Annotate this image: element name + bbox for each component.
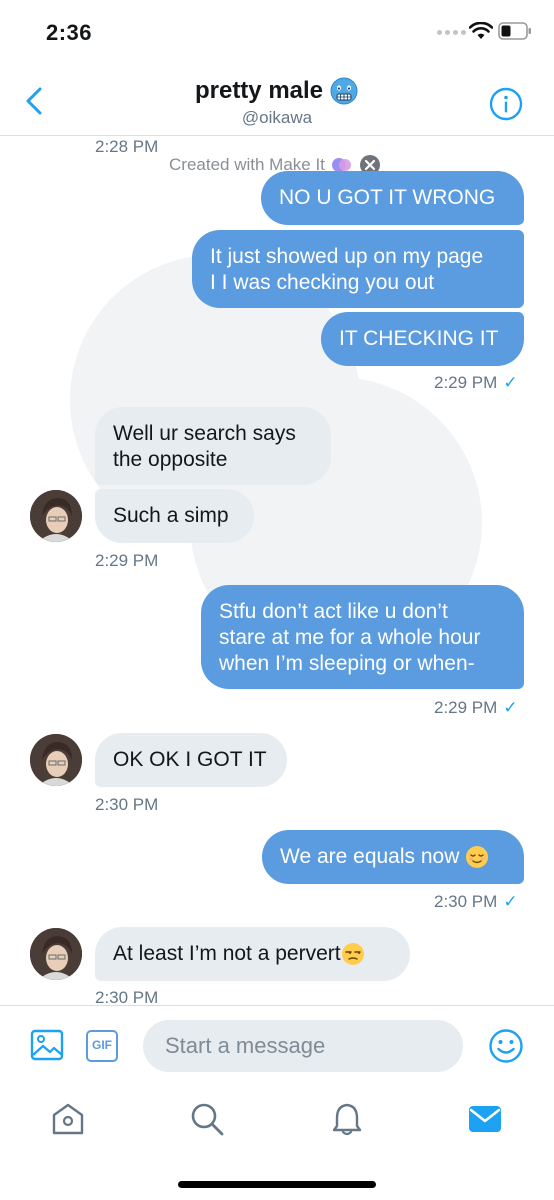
sent-check-icon: ✓: [503, 698, 518, 717]
sent-check-icon: ✓: [503, 373, 518, 392]
message-text: Such a simp: [113, 504, 229, 527]
contact-name: pretty male: [194, 77, 324, 104]
signal-icon: [437, 30, 466, 35]
cold-face-emoji-icon: [330, 77, 358, 105]
info-icon[interactable]: [489, 87, 523, 121]
emoji-icon[interactable]: [488, 1028, 524, 1064]
message-text: when I’m sleeping or when-: [219, 652, 475, 675]
message-composer: GIF: [0, 1005, 554, 1089]
message-bubble-received[interactable]: At least I’m not a pervert: [95, 927, 410, 981]
conversation-header: pretty male @oikawa: [0, 64, 554, 136]
home-icon[interactable]: [50, 1101, 86, 1137]
search-icon[interactable]: [189, 1101, 225, 1137]
message-text: IT CHECKING IT: [339, 327, 499, 350]
message-text: NO U GOT IT WRONG: [279, 186, 496, 209]
message-text: the opposite: [113, 448, 228, 471]
sent-check-icon: ✓: [503, 892, 518, 911]
timestamp: 2:28 PM: [95, 137, 159, 156]
message-bubble-sent[interactable]: It just showed up on my page I I was che…: [192, 230, 524, 308]
image-icon[interactable]: [30, 1028, 64, 1062]
gif-button[interactable]: GIF: [86, 1030, 118, 1062]
unamused-face-emoji-icon: [341, 943, 364, 966]
status-bar: 2:36: [0, 0, 554, 64]
avatar-image: [30, 490, 82, 542]
avatar-image: [30, 734, 82, 786]
timestamp: 2:29 PM ✓: [434, 698, 518, 717]
message-bubble-sent[interactable]: IT CHECKING IT: [321, 312, 524, 366]
wifi-icon: [469, 22, 493, 39]
message-input[interactable]: [143, 1020, 463, 1072]
relieved-face-emoji-icon: [466, 846, 489, 869]
message-bubble-received[interactable]: Such a simp: [95, 489, 254, 543]
status-time: 2:36: [46, 20, 93, 45]
message-text: It just showed up on my page: [210, 245, 484, 268]
home-indicator[interactable]: [178, 1181, 376, 1188]
messages-envelope-icon[interactable]: [467, 1101, 503, 1137]
message-bubble-received[interactable]: OK OK I GOT IT: [95, 733, 287, 787]
message-bubble-sent[interactable]: We are equals now: [262, 830, 524, 884]
contact-handle: @oikawa: [241, 108, 313, 127]
message-text: OK OK I GOT IT: [113, 748, 267, 771]
timestamp: 2:29 PM: [95, 551, 159, 570]
message-bubble-sent[interactable]: NO U GOT IT WRONG: [261, 171, 524, 225]
avatar[interactable]: [30, 734, 82, 786]
message-text: stare at me for a whole hour: [219, 626, 481, 649]
conversation-title[interactable]: pretty male @oikawa: [0, 76, 554, 128]
message-text: Well ur search says: [113, 422, 296, 445]
avatar[interactable]: [30, 490, 82, 542]
message-text: At least I’m not a pervert: [113, 942, 341, 965]
battery-icon: [498, 22, 531, 40]
timestamp: 2:29 PM ✓: [434, 373, 518, 392]
avatar[interactable]: [30, 928, 82, 980]
timestamp: 2:30 PM: [95, 988, 159, 1005]
message-text: I I was checking you out: [210, 271, 435, 294]
timestamp: 2:30 PM ✓: [434, 892, 518, 911]
message-text: We are equals now: [280, 845, 460, 868]
message-thread[interactable]: 2:28 PM Created with Make It NO U GOT IT…: [0, 137, 554, 1005]
message-bubble-received[interactable]: Well ur search says the opposite: [95, 407, 331, 485]
avatar-image: [30, 928, 82, 980]
message-text: Stfu don’t act like u don’t: [219, 600, 448, 623]
timestamp: 2:30 PM: [95, 795, 159, 814]
notifications-bell-icon[interactable]: [329, 1101, 365, 1137]
message-bubble-sent[interactable]: Stfu don’t act like u don’t stare at me …: [201, 585, 524, 689]
